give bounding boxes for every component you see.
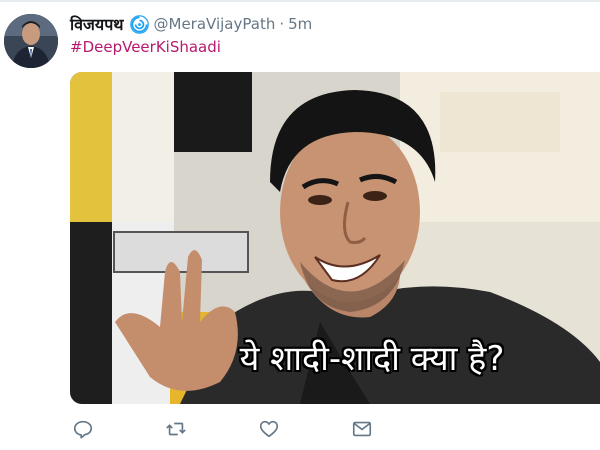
avatar[interactable] xyxy=(4,14,58,68)
like-button[interactable] xyxy=(256,416,282,442)
avatar-image xyxy=(4,14,58,68)
hashtag-link[interactable]: #DeepVeerKiShaadi xyxy=(70,38,221,56)
reply-icon xyxy=(73,420,93,439)
message-icon xyxy=(352,421,372,437)
retweet-icon xyxy=(166,422,186,436)
tweet: विजयपथ @MeraVijayPath · 5m #DeepVeerKiSh… xyxy=(0,0,600,450)
meme-caption: ये शादी-शादी क्या है? xyxy=(239,339,505,379)
separator-dot: · xyxy=(279,15,285,33)
user-handle[interactable]: @MeraVijayPath xyxy=(154,15,276,33)
tweet-actions xyxy=(70,414,410,444)
verified-icon xyxy=(129,14,149,34)
display-name[interactable]: विजयपथ xyxy=(70,13,124,35)
direct-message-button[interactable] xyxy=(349,416,375,442)
like-icon xyxy=(259,420,279,438)
tweet-header: विजयपथ @MeraVijayPath · 5m xyxy=(70,11,312,37)
tweet-timestamp[interactable]: 5m xyxy=(288,15,312,33)
reply-button[interactable] xyxy=(70,416,96,442)
retweet-button[interactable] xyxy=(163,416,189,442)
tweet-media-image[interactable]: ये शादी-शादी क्या है? xyxy=(70,72,600,404)
